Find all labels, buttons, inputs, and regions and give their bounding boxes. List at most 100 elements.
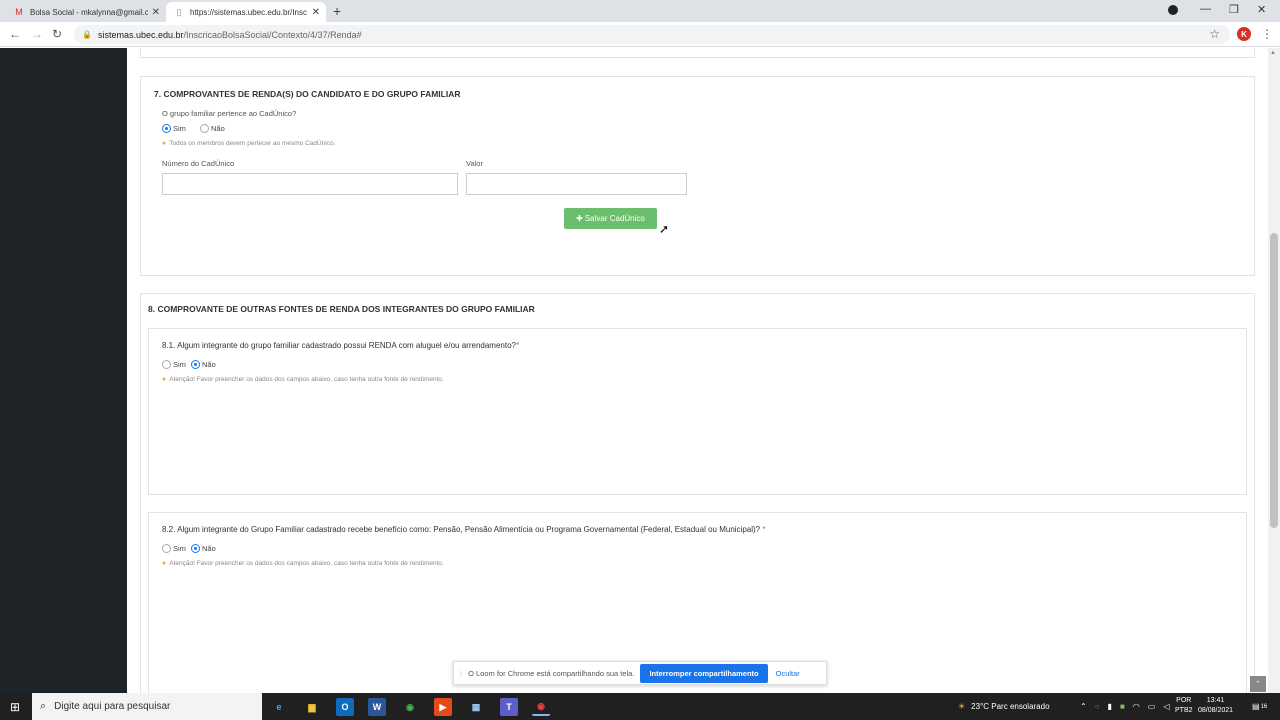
url-text: sistemas.ubec.edu.br/InscricaoBolsaSocia… [98,30,362,40]
cadunico-hint: ● Todos os membros devem pertecer ao mes… [162,140,335,147]
radio-dot[interactable] [191,544,200,553]
teams-icon[interactable]: T [500,698,518,716]
radio-label: Não [202,360,216,369]
security-icon[interactable]: ■ [1120,702,1125,711]
close-window-icon[interactable]: ✕ [1257,3,1266,16]
radio-label: Não [202,544,216,553]
system-tray: ⌃ ○ ▮ ■ ◠ ▭ ◁ [1080,693,1170,720]
radio-dot[interactable] [191,360,200,369]
back-icon[interactable]: ← [9,27,21,41]
previous-section-panel [140,48,1255,58]
page-icon: ▯ [176,6,182,17]
volume-icon[interactable]: ◁ [1163,702,1169,711]
question-8-1-panel [148,328,1247,495]
video-app-icon[interactable]: ▶ [434,698,452,716]
radio-label: Sim [173,360,186,369]
radio-cadunico-yes[interactable]: Sim [162,124,186,133]
section-8-title: 8. COMPROVANTE DE OUTRAS FONTES DE RENDA… [148,304,535,314]
clock-date: 08/08/2021 [1198,707,1234,714]
radio-8-2-yes[interactable]: Sim [162,544,186,553]
chevron-up-icon[interactable]: ⌃ [1080,702,1087,711]
notification-center[interactable]: ▤ 16 [1252,693,1267,720]
page-scrollbar[interactable]: ▲ [1268,48,1280,693]
browser-toolbar: ← → ↻ 🔒 sistemas.ubec.edu.br/InscricaoBo… [0,22,1280,47]
loom-tray-icon[interactable]: ○ [1095,702,1100,711]
language-indicator[interactable]: POR PTB2 [1175,696,1193,716]
record-icon[interactable] [1168,5,1178,15]
save-cadunico-label: Salvar CadÚnico [584,214,645,223]
drag-handle-icon[interactable]: ⁞ [460,669,462,678]
cadunico-value-label: Valor [466,159,483,168]
address-bar[interactable]: 🔒 sistemas.ubec.edu.br/InscricaoBolsaSoc… [74,25,1230,44]
search-icon: ⌕ [40,700,47,712]
radio-dot[interactable] [162,360,171,369]
chrome-icon[interactable]: ◉ [401,698,419,716]
save-cadunico-button[interactable]: ✚ Salvar CadÚnico [564,208,657,229]
chrome-active-icon[interactable]: ◉ [532,698,550,716]
hint-text: Atenção! Favor preencher os dados dos ca… [169,560,444,567]
radio-label: Sim [173,544,186,553]
weather-text: 23°C Parc ensolarado [971,702,1050,711]
radio-dot[interactable] [162,124,171,133]
bookmark-star-icon[interactable]: ☆ [1209,27,1220,41]
radio-dot[interactable] [162,544,171,553]
edge-icon[interactable]: e [270,698,288,716]
reload-icon[interactable]: ↻ [52,27,62,41]
outlook-icon[interactable]: O [336,698,354,716]
taskbar-clock[interactable]: 13:41 08/08/2021 [1198,696,1233,716]
word-icon[interactable]: W [368,698,386,716]
wifi-icon[interactable]: ◠ [1133,702,1140,711]
taskbar-search[interactable]: ⌕ Digite aqui para pesquisar [32,693,262,720]
plus-icon: ✚ [576,214,583,223]
question-8-2-text: 8.2. Algum integrante do Grupo Familiar … [162,525,761,534]
profile-avatar[interactable]: K [1237,27,1251,41]
restore-icon[interactable]: ❐ [1229,3,1239,16]
tab-gmail[interactable]: M Bolsa Social - mkalynna@gmail.c ✕ [6,2,166,22]
close-icon[interactable]: ✕ [152,7,160,18]
hide-link[interactable]: Ocultar [776,669,800,678]
weather-icon: ☀ [958,702,966,711]
close-icon[interactable]: ✕ [312,7,320,18]
stop-sharing-button[interactable]: Interromper compartilhamento [640,663,768,683]
page-sidebar [0,48,127,693]
question-8-1: 8.1. Algum integrante do grupo familiar … [162,341,519,350]
search-placeholder: Digite aqui para pesquisar [54,701,171,712]
radio-dot[interactable] [200,124,209,133]
notification-icon: ▤ [1252,702,1260,711]
cadunico-number-field[interactable] [162,173,458,195]
radio-8-1-no[interactable]: Não [191,360,216,369]
notification-count: 16 [1260,703,1268,710]
required-mark: * [515,341,520,350]
battery-icon[interactable]: ▭ [1148,702,1156,711]
lang-line-1: POR [1176,697,1192,704]
tab-sistemas[interactable]: ▯ https://sistemas.ubec.edu.br/Insc ✕ [166,2,326,22]
minimize-icon[interactable]: — [1200,3,1211,15]
gmail-icon: M [15,7,23,17]
windows-taskbar: ⊞ ⌕ Digite aqui para pesquisar e ▆ O W ◉… [0,693,1280,720]
radio-cadunico-no[interactable]: Não [200,124,225,133]
scroll-up-icon[interactable]: ▲ [1270,50,1276,56]
hint-text: Atenção! Favor preencher os dados dos ca… [169,376,444,383]
radio-8-1-yes[interactable]: Sim [162,360,186,369]
calculator-icon[interactable]: ▦ [467,698,485,716]
info-icon: ● [162,376,167,383]
mic-icon[interactable]: ▮ [1108,702,1112,711]
scrollbar-thumb[interactable] [1270,233,1278,528]
mouse-cursor-icon: ➚ [659,222,670,236]
file-explorer-icon[interactable]: ▆ [303,698,321,716]
radio-label: Não [211,124,225,133]
info-icon: ● [162,140,167,147]
new-tab-button[interactable]: + [333,3,341,19]
tab-title: https://sistemas.ubec.edu.br/Insc [190,7,307,17]
back-to-top-button[interactable]: ⌃ [1250,676,1266,692]
radio-8-2-no[interactable]: Não [191,544,216,553]
question-8-1-text: 8.1. Algum integrante do grupo familiar … [162,341,516,350]
section-7-title: 7. COMPROVANTES DE RENDA(S) DO CANDIDATO… [154,89,461,99]
weather-widget[interactable]: ☀ 23°C Parc ensolarado [958,693,1050,720]
menu-icon[interactable]: ⋮ [1261,27,1273,41]
info-icon: ● [162,560,167,567]
cadunico-value-field[interactable] [466,173,687,195]
forward-icon[interactable]: → [31,27,43,41]
lock-icon: 🔒 [82,30,92,39]
windows-start-icon[interactable]: ⊞ [10,700,20,714]
